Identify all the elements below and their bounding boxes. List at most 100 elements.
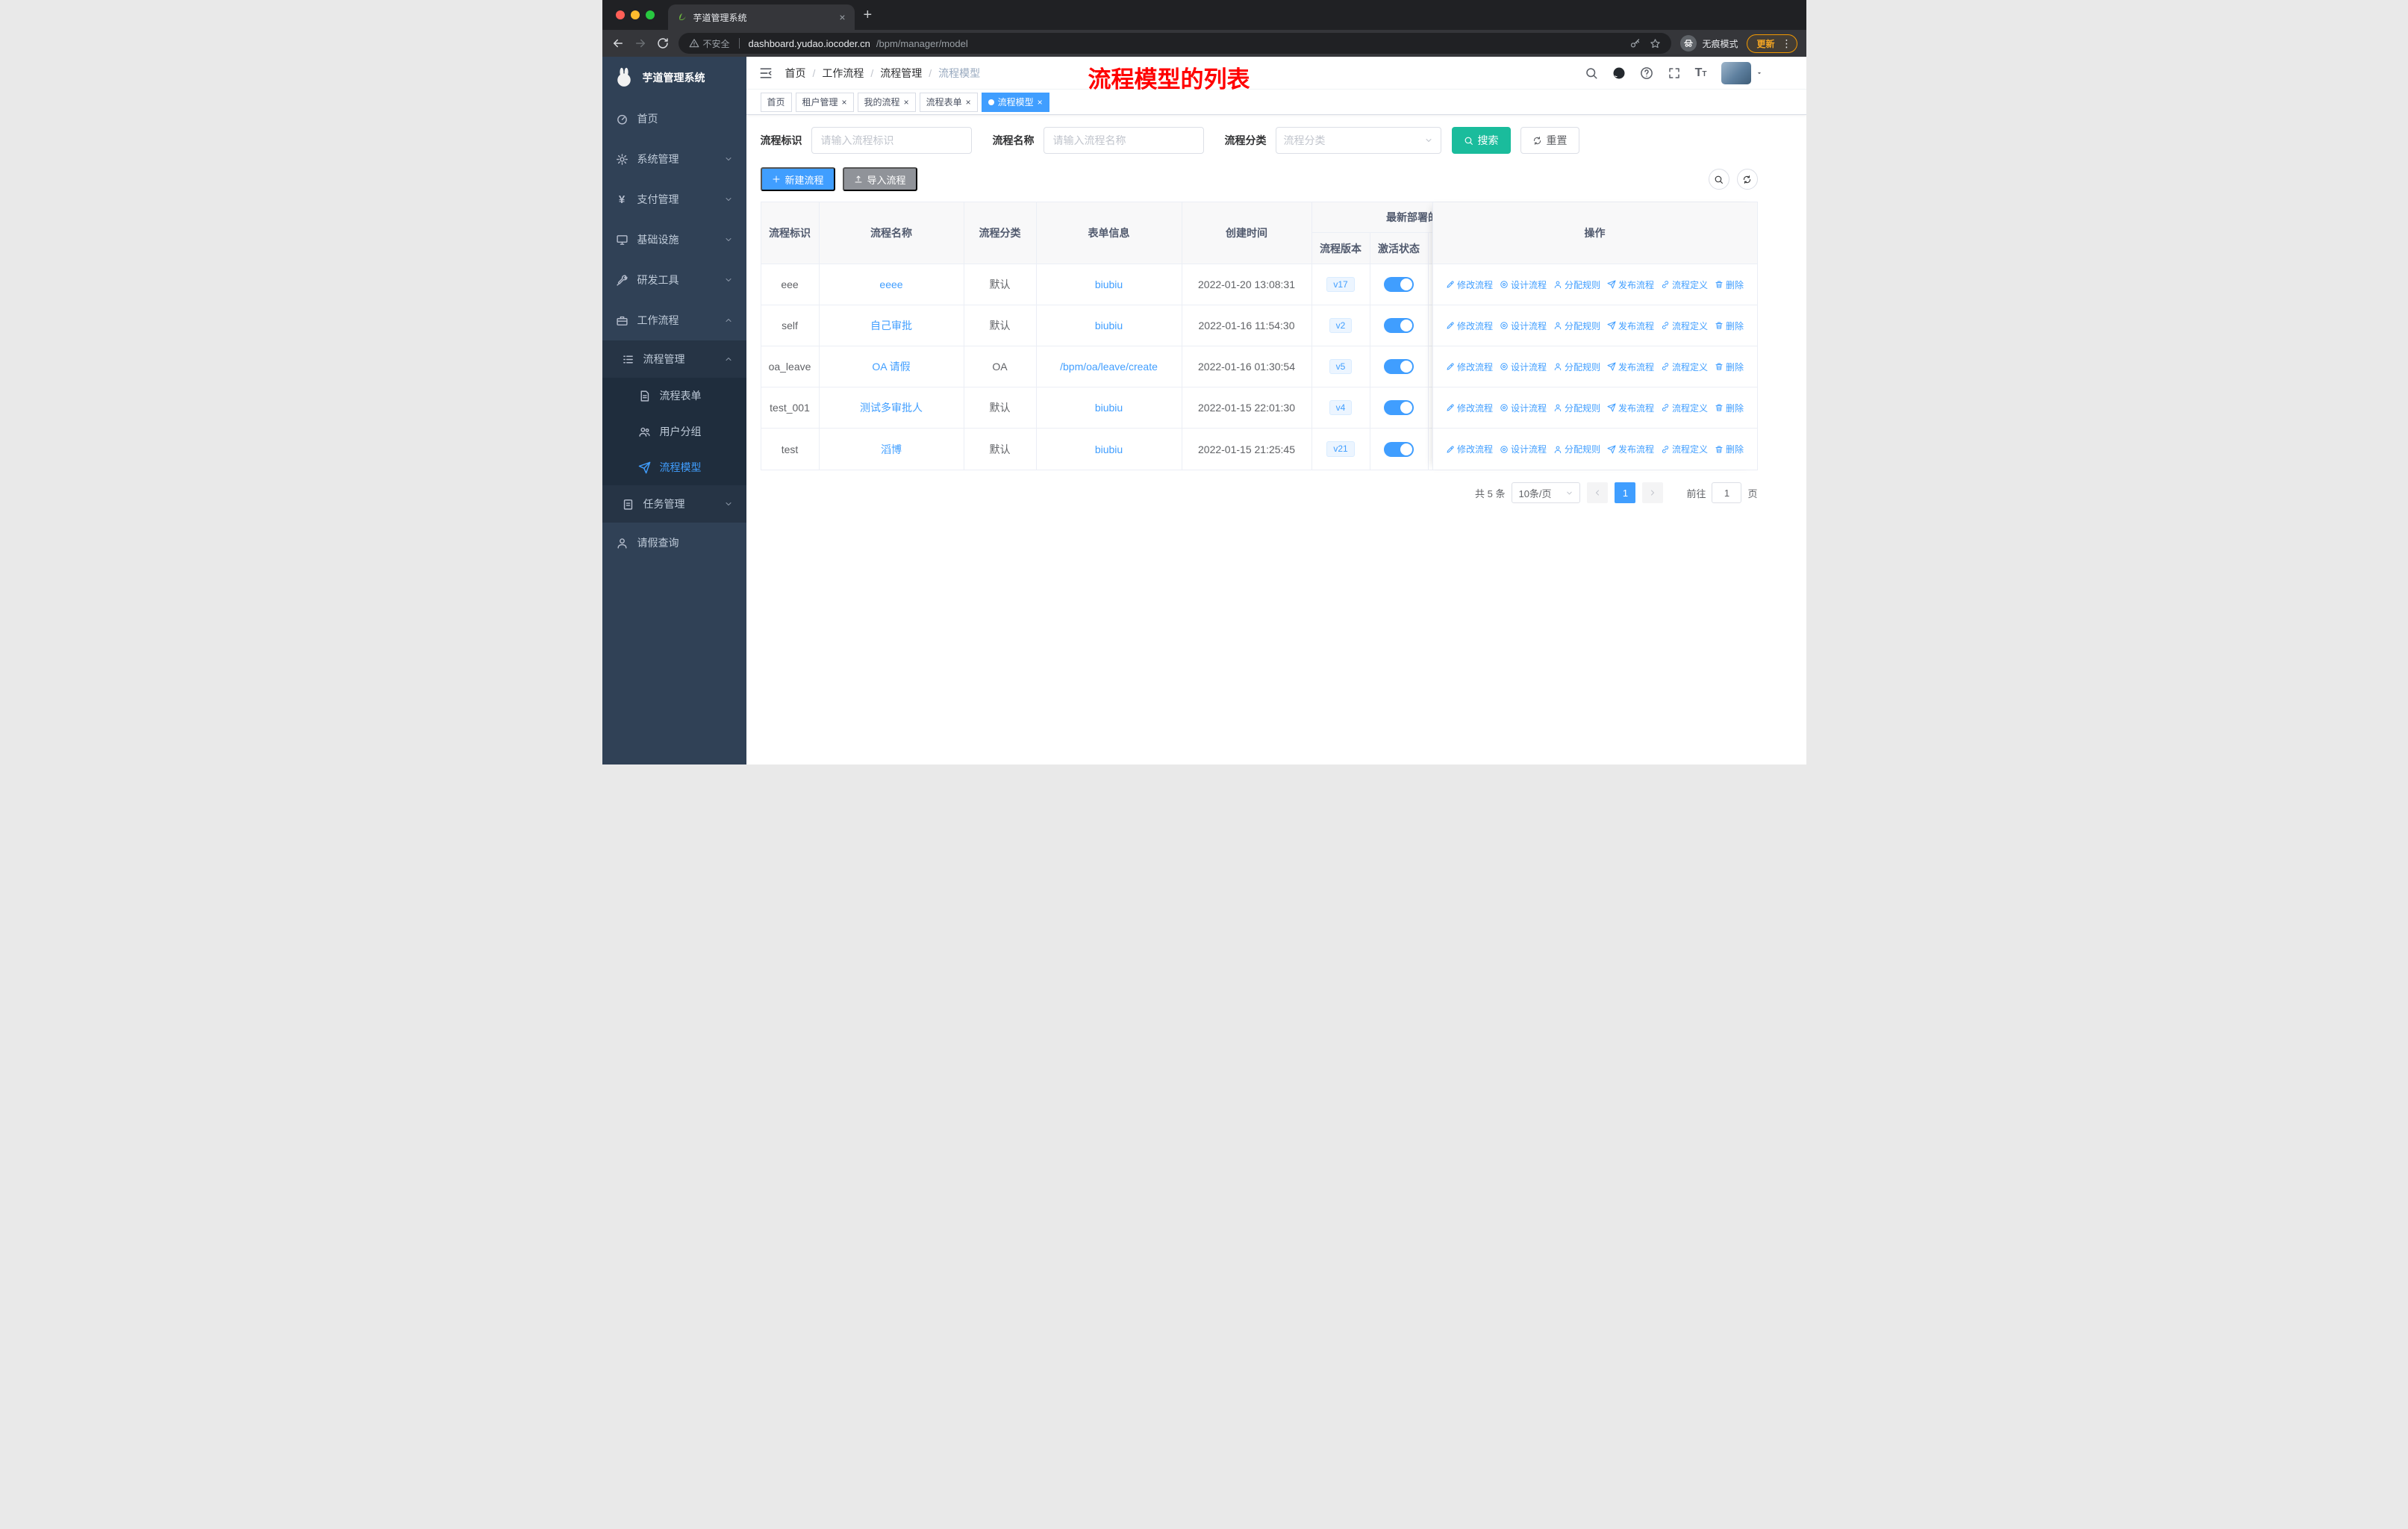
version-badge[interactable]: v17 <box>1326 276 1355 293</box>
edit-model-link[interactable]: 修改流程 <box>1446 361 1493 373</box>
model-active-toggle[interactable] <box>1384 359 1414 374</box>
form-info-link[interactable]: /bpm/oa/leave/create <box>1060 361 1158 373</box>
github-icon[interactable] <box>1612 66 1626 80</box>
deploy-model-link[interactable]: 发布流程 <box>1607 320 1654 332</box>
new-tab-button[interactable]: + <box>864 7 873 22</box>
deploy-model-link[interactable]: 发布流程 <box>1607 361 1654 373</box>
model-definition-link[interactable]: 流程定义 <box>1661 443 1708 455</box>
sidebar-item-process-model[interactable]: 流程模型 <box>602 449 746 485</box>
tag-close-icon[interactable]: × <box>1038 98 1043 107</box>
edit-model-link[interactable]: 修改流程 <box>1446 402 1493 414</box>
tag-close-icon[interactable]: × <box>842 98 847 107</box>
model-definition-link[interactable]: 流程定义 <box>1661 278 1708 291</box>
version-badge[interactable]: v5 <box>1329 358 1353 375</box>
model-active-toggle[interactable] <box>1384 277 1414 292</box>
design-model-link[interactable]: 设计流程 <box>1500 361 1547 373</box>
category-select[interactable]: 流程分类 <box>1275 127 1441 154</box>
model-definition-link[interactable]: 流程定义 <box>1661 361 1708 373</box>
sidebar-item-process-mgmt[interactable]: 流程管理 <box>602 340 746 378</box>
sidebar-item-home[interactable]: 首页 <box>602 99 746 139</box>
assign-rule-link[interactable]: 分配规则 <box>1553 361 1600 373</box>
model-definition-link[interactable]: 流程定义 <box>1661 402 1708 414</box>
sidebar-item-task-mgmt[interactable]: 任务管理 <box>602 485 746 523</box>
version-badge[interactable]: v21 <box>1326 441 1355 457</box>
create-model-button[interactable]: 新建流程 <box>760 167 835 191</box>
bookmark-star-icon[interactable] <box>1650 38 1661 49</box>
goto-page-input[interactable] <box>1712 482 1742 503</box>
search-button[interactable]: 搜索 <box>1451 127 1511 154</box>
user-menu[interactable] <box>1721 61 1763 84</box>
prev-page-button[interactable] <box>1587 482 1609 503</box>
model-id-filter-input[interactable] <box>811 127 972 154</box>
import-model-button[interactable]: 导入流程 <box>842 167 917 191</box>
help-icon[interactable] <box>1640 66 1653 80</box>
delete-model-link[interactable]: 删除 <box>1715 361 1744 373</box>
search-icon[interactable] <box>1585 66 1598 80</box>
design-model-link[interactable]: 设计流程 <box>1500 278 1547 291</box>
back-icon[interactable] <box>611 37 625 50</box>
delete-model-link[interactable]: 删除 <box>1715 402 1744 414</box>
window-minimize-button[interactable] <box>630 10 640 19</box>
assign-rule-link[interactable]: 分配规则 <box>1553 443 1600 455</box>
model-definition-link[interactable]: 流程定义 <box>1661 320 1708 332</box>
assign-rule-link[interactable]: 分配规则 <box>1553 278 1600 291</box>
version-badge[interactable]: v2 <box>1329 317 1353 334</box>
password-key-icon[interactable] <box>1629 38 1641 49</box>
delete-model-link[interactable]: 删除 <box>1715 443 1744 455</box>
design-model-link[interactable]: 设计流程 <box>1500 320 1547 332</box>
model-name-link[interactable]: 滔博 <box>881 442 902 457</box>
current-page-button[interactable]: 1 <box>1615 482 1636 503</box>
next-page-button[interactable] <box>1642 482 1664 503</box>
sidebar-item-devtools[interactable]: 研发工具 <box>602 260 746 300</box>
design-model-link[interactable]: 设计流程 <box>1500 443 1547 455</box>
breadcrumb-item[interactable]: 工作流程 <box>822 66 864 81</box>
form-info-link[interactable]: biubiu <box>1095 320 1123 331</box>
deploy-model-link[interactable]: 发布流程 <box>1607 402 1654 414</box>
sidebar-item-process-form[interactable]: 流程表单 <box>602 378 746 414</box>
form-info-link[interactable]: biubiu <box>1095 278 1123 290</box>
model-name-link[interactable]: 自己审批 <box>870 318 912 333</box>
toggle-search-button[interactable] <box>1708 169 1729 190</box>
assign-rule-link[interactable]: 分配规则 <box>1553 402 1600 414</box>
avatar[interactable] <box>1721 61 1751 84</box>
collapse-sidebar-icon[interactable] <box>758 66 773 81</box>
sidebar-item-payment[interactable]: ¥ 支付管理 <box>602 179 746 219</box>
edit-model-link[interactable]: 修改流程 <box>1446 320 1493 332</box>
reset-button[interactable]: 重置 <box>1520 127 1579 154</box>
deploy-model-link[interactable]: 发布流程 <box>1607 278 1654 291</box>
breadcrumb-item[interactable]: 首页 <box>785 66 806 81</box>
tag-tenant-mgmt[interactable]: 租户管理 × <box>795 92 854 112</box>
delete-model-link[interactable]: 删除 <box>1715 320 1744 332</box>
model-active-toggle[interactable] <box>1384 318 1414 333</box>
tag-my-process[interactable]: 我的流程 × <box>857 92 916 112</box>
form-info-link[interactable]: biubiu <box>1095 402 1123 414</box>
window-zoom-button[interactable] <box>645 10 655 19</box>
refresh-table-button[interactable] <box>1736 169 1758 190</box>
sidebar-item-infra[interactable]: 基础设施 <box>602 219 746 260</box>
font-size-icon[interactable]: TT <box>1695 66 1707 79</box>
browser-tab[interactable]: 芋道管理系统 × <box>667 4 855 30</box>
deploy-model-link[interactable]: 发布流程 <box>1607 443 1654 455</box>
tag-process-model[interactable]: 流程模型 × <box>981 92 1049 112</box>
tag-home[interactable]: 首页 <box>760 92 792 112</box>
address-bar[interactable]: 不安全 dashboard.yudao.iocoder.cn/bpm/manag… <box>678 33 1672 54</box>
tab-close-icon[interactable]: × <box>839 11 845 23</box>
model-name-link[interactable]: OA 请假 <box>872 359 910 374</box>
design-model-link[interactable]: 设计流程 <box>1500 402 1547 414</box>
model-name-link[interactable]: eeee <box>879 278 902 290</box>
sidebar-item-user-group[interactable]: 用户分组 <box>602 414 746 449</box>
sidebar-item-system[interactable]: 系统管理 <box>602 139 746 179</box>
fullscreen-icon[interactable] <box>1668 66 1681 80</box>
browser-update-chip[interactable]: 更新 ⋮ <box>1747 34 1797 53</box>
security-indicator[interactable]: 不安全 <box>689 37 730 50</box>
assign-rule-link[interactable]: 分配规则 <box>1553 320 1600 332</box>
sidebar-item-leave-query[interactable]: 请假查询 <box>602 523 746 563</box>
form-info-link[interactable]: biubiu <box>1095 443 1123 455</box>
reload-icon[interactable] <box>656 37 670 50</box>
model-name-filter-input[interactable] <box>1043 127 1204 154</box>
browser-menu-icon[interactable]: ⋮ <box>1782 38 1792 49</box>
forward-icon[interactable] <box>634 37 647 50</box>
version-badge[interactable]: v4 <box>1329 399 1353 416</box>
edit-model-link[interactable]: 修改流程 <box>1446 443 1493 455</box>
breadcrumb-item[interactable]: 流程管理 <box>880 66 922 81</box>
